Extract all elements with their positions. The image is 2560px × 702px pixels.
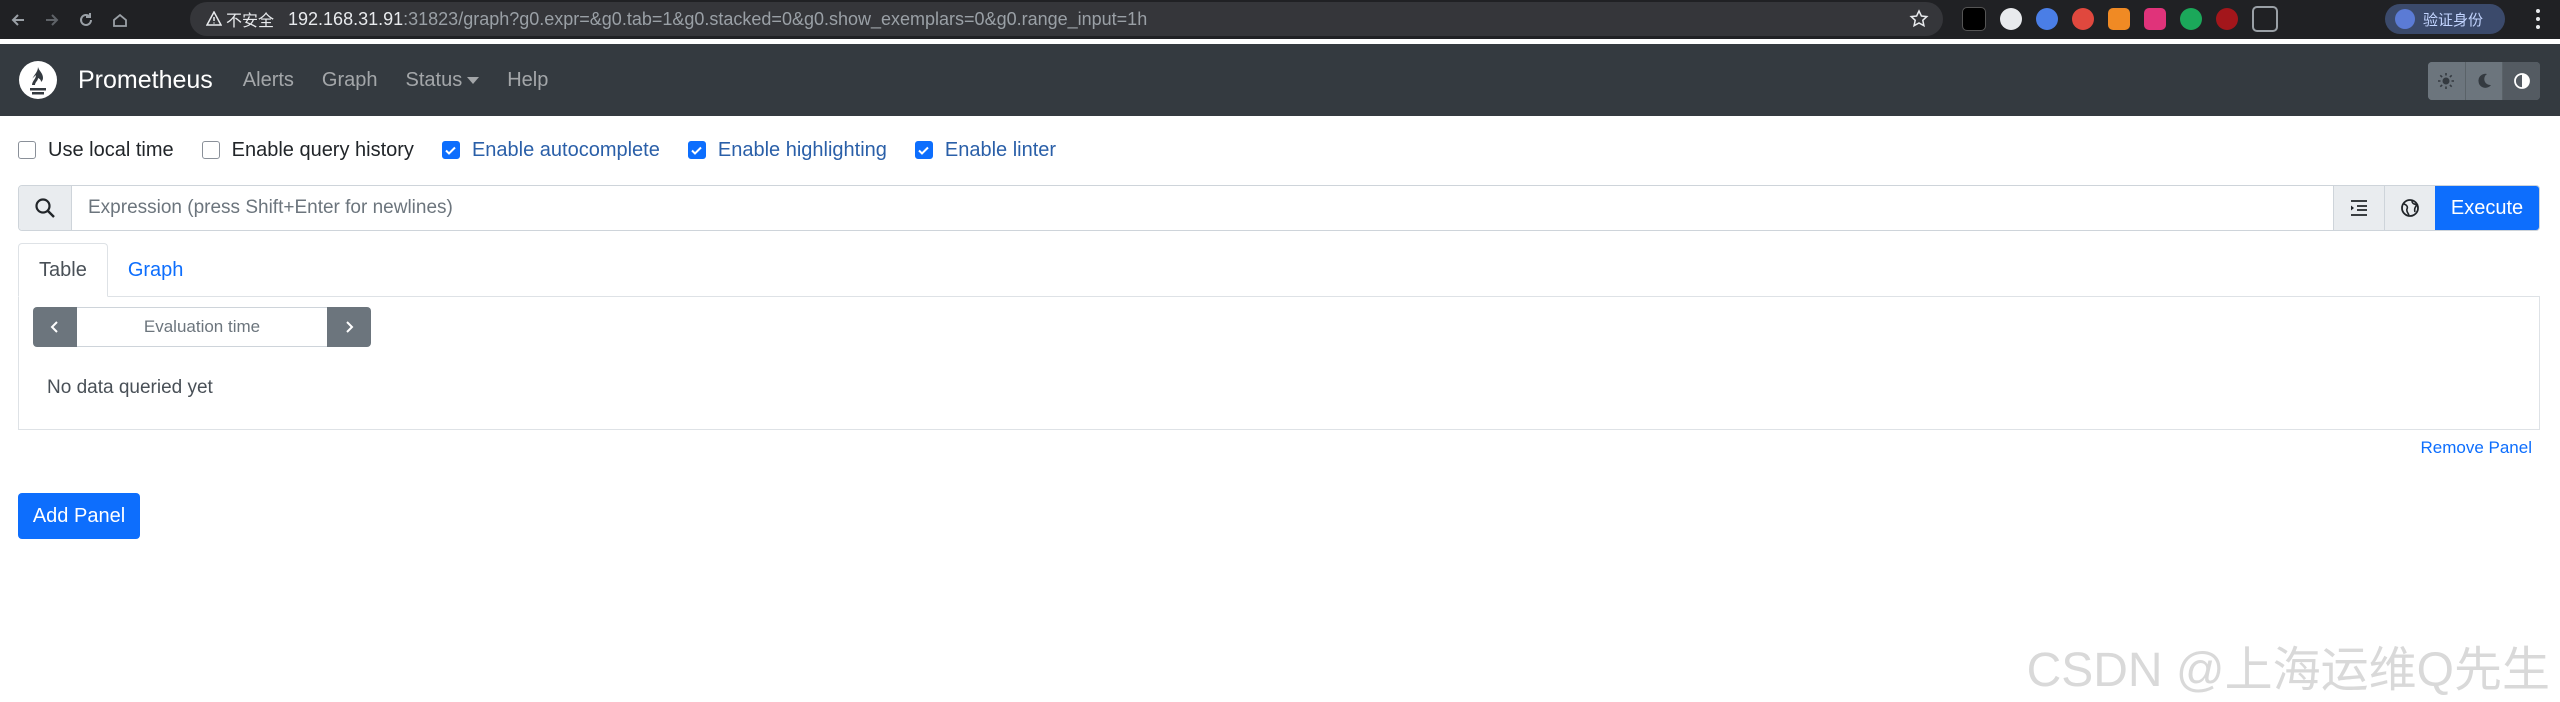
forward-icon[interactable] bbox=[36, 4, 68, 36]
chevron-right-icon bbox=[346, 321, 354, 333]
search-icon bbox=[35, 198, 55, 218]
tab-table[interactable]: Table bbox=[18, 243, 108, 297]
extension-dark-icon[interactable] bbox=[1962, 7, 1986, 31]
address-bar[interactable]: 不安全 192.168.31.91:31823/graph?g0.expr=&g… bbox=[190, 2, 1943, 36]
empty-state-message: No data queried yet bbox=[47, 377, 213, 398]
tab-graph[interactable]: Graph bbox=[108, 243, 204, 297]
eval-time-forward-button[interactable] bbox=[327, 307, 371, 347]
search-addon bbox=[19, 186, 72, 230]
security-chip[interactable]: 不安全 bbox=[206, 7, 274, 31]
option-enable-highlighting[interactable]: Enable highlighting bbox=[687, 138, 887, 162]
browser-toolbar: 不安全 192.168.31.91:31823/graph?g0.expr=&g… bbox=[0, 0, 2560, 39]
nav-graph[interactable]: Graph bbox=[322, 69, 378, 92]
extension-green-icon[interactable] bbox=[2180, 8, 2202, 30]
theme-auto-button[interactable] bbox=[2503, 62, 2540, 100]
format-expression-button[interactable] bbox=[2333, 186, 2384, 230]
option-enable-query-history[interactable]: Enable query history bbox=[201, 138, 414, 162]
query-history-checkbox[interactable] bbox=[201, 141, 220, 159]
theme-dark-button[interactable] bbox=[2465, 62, 2504, 100]
sun-icon bbox=[2438, 73, 2455, 89]
use-local-time-checkbox[interactable] bbox=[18, 141, 36, 159]
avatar bbox=[2395, 9, 2415, 29]
nav-status[interactable]: Status bbox=[406, 69, 480, 92]
back-icon[interactable] bbox=[2, 4, 34, 36]
caret-down-icon bbox=[467, 76, 480, 84]
panel-tabs: Table Graph bbox=[18, 243, 203, 297]
execute-button[interactable]: Execute bbox=[2435, 186, 2539, 230]
reload-icon[interactable] bbox=[70, 4, 102, 36]
table-panel: Evaluation time No data queried yet bbox=[18, 296, 2540, 430]
nav-status-label: Status bbox=[405, 68, 463, 91]
moon-icon bbox=[2478, 73, 2491, 88]
highlighting-checkbox[interactable] bbox=[687, 141, 706, 159]
check-icon bbox=[691, 146, 703, 155]
url-host: 192.168.31.91 bbox=[288, 8, 404, 29]
add-panel-button[interactable]: Add Panel bbox=[18, 493, 140, 539]
evaluation-time-control: Evaluation time bbox=[33, 307, 371, 347]
expression-input[interactable] bbox=[72, 186, 2333, 230]
prometheus-logo-icon[interactable] bbox=[18, 60, 58, 100]
security-label: 不安全 bbox=[226, 13, 275, 30]
option-enable-linter[interactable]: Enable linter bbox=[914, 138, 1057, 162]
check-icon bbox=[445, 146, 457, 155]
extension-ublock-icon[interactable] bbox=[2216, 8, 2238, 30]
globe-icon bbox=[2401, 199, 2419, 217]
autocomplete-checkbox[interactable] bbox=[441, 141, 460, 159]
browser-menu-icon[interactable] bbox=[2526, 6, 2550, 32]
option-use-local-time[interactable]: Use local time bbox=[18, 139, 174, 162]
extensions-area bbox=[1962, 3, 2292, 35]
linter-checkbox[interactable] bbox=[914, 141, 933, 159]
extension-pink-icon[interactable] bbox=[2144, 8, 2166, 30]
option-label: Enable highlighting bbox=[717, 138, 887, 161]
theme-light-button[interactable] bbox=[2428, 62, 2466, 100]
top-navbar: Prometheus Alerts Graph Status Help bbox=[0, 44, 2560, 116]
metrics-explorer-button[interactable] bbox=[2384, 186, 2435, 230]
nav-help[interactable]: Help bbox=[507, 69, 548, 92]
url-path: :31823/graph?g0.expr=&g0.tab=1&g0.stacke… bbox=[403, 8, 1148, 29]
extension-red-icon[interactable] bbox=[2072, 8, 2094, 30]
extension-orange-icon[interactable] bbox=[2108, 8, 2130, 30]
query-options: Use local time Enable query history Enab… bbox=[18, 138, 1084, 162]
watermark-text: CSDN @上海运维Q先生 bbox=[2026, 644, 2550, 697]
profile-label: 验证身份 bbox=[2423, 11, 2484, 29]
option-label: Use local time bbox=[48, 138, 174, 161]
evaluation-time-input[interactable]: Evaluation time bbox=[77, 307, 327, 347]
option-enable-autocomplete[interactable]: Enable autocomplete bbox=[441, 138, 660, 162]
remove-panel-link[interactable]: Remove Panel bbox=[2420, 438, 2532, 458]
option-label: Enable linter bbox=[944, 138, 1057, 161]
home-icon[interactable] bbox=[104, 4, 136, 36]
eval-time-back-button[interactable] bbox=[33, 307, 77, 347]
option-label: Enable autocomplete bbox=[471, 138, 660, 161]
extension-puzzle-icon[interactable] bbox=[2252, 6, 2278, 32]
theme-toggle-group bbox=[2428, 62, 2540, 100]
brand-title[interactable]: Prometheus bbox=[78, 66, 213, 95]
expression-bar: Execute bbox=[18, 185, 2540, 231]
check-icon bbox=[918, 146, 930, 155]
profile-button[interactable]: 验证身份 bbox=[2385, 4, 2505, 34]
extension-swirl-icon[interactable] bbox=[2000, 8, 2022, 30]
extension-blue-icon[interactable] bbox=[2036, 8, 2058, 30]
url-text[interactable]: 192.168.31.91:31823/graph?g0.expr=&g0.ta… bbox=[288, 9, 1147, 30]
option-label: Enable query history bbox=[231, 138, 414, 161]
nav-alerts[interactable]: Alerts bbox=[243, 69, 294, 92]
format-indent-icon bbox=[2351, 200, 2367, 216]
warning-icon bbox=[206, 11, 222, 26]
half-circle-icon bbox=[2513, 73, 2530, 89]
bookmark-star-icon[interactable] bbox=[1909, 9, 1929, 29]
chevron-left-icon bbox=[50, 321, 58, 333]
